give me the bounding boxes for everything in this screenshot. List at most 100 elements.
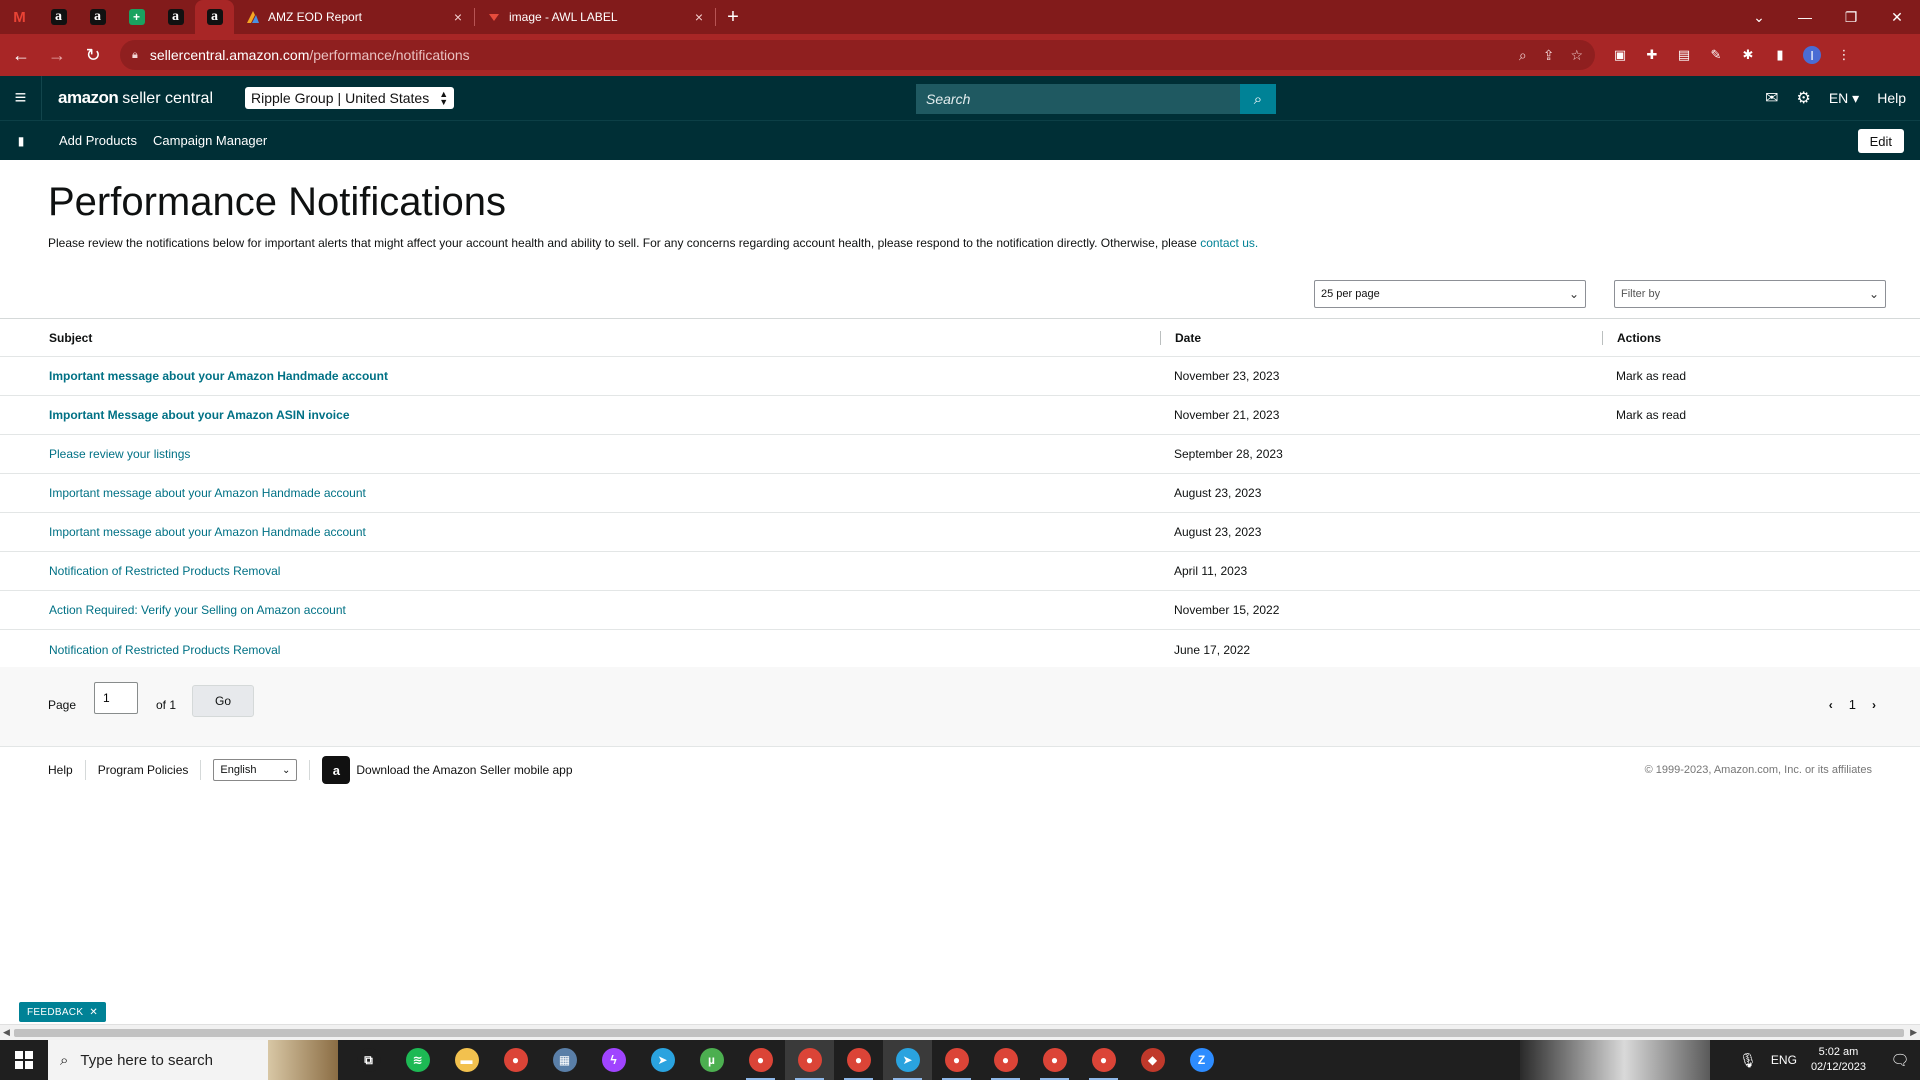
clock[interactable]: 5:02 am 02/12/2023 bbox=[1811, 1045, 1866, 1075]
mark-as-read-action[interactable]: Mark as read bbox=[1616, 408, 1686, 422]
search-button[interactable]: ⌕ bbox=[1240, 84, 1276, 114]
share-icon[interactable]: ⇪ bbox=[1543, 47, 1555, 64]
back-button[interactable]: ← bbox=[6, 40, 36, 70]
next-page-icon[interactable]: › bbox=[1872, 698, 1876, 712]
pinned-tab-amazon-active[interactable]: a bbox=[195, 0, 234, 34]
mark-as-read-action[interactable]: Mark as read bbox=[1616, 369, 1686, 383]
taskbar-app-button[interactable]: ● bbox=[834, 1040, 883, 1080]
microphone-icon[interactable]: 🎙︎ bbox=[1739, 1052, 1757, 1069]
extension-off-icon[interactable]: ▣ bbox=[1611, 46, 1629, 64]
pinned-tab-amazon[interactable]: a bbox=[156, 0, 195, 34]
account-switcher[interactable]: Ripple Group | United States ▲ ▼ bbox=[245, 87, 455, 109]
lock-icon[interactable]: 🔒︎ bbox=[132, 49, 138, 62]
per-page-select[interactable]: 25 per page ⌄ bbox=[1314, 280, 1586, 308]
notification-subject-link[interactable]: Important message about your Amazon Hand… bbox=[49, 525, 366, 539]
filter-by-select[interactable]: Filter by ⌄ bbox=[1614, 280, 1886, 308]
download-app-link[interactable]: Download the Amazon Seller mobile app bbox=[356, 763, 572, 777]
tab-close-icon[interactable]: × bbox=[695, 9, 703, 25]
zoom-icon[interactable]: ⌕ bbox=[1519, 47, 1527, 64]
extensions-icon[interactable]: ✱ bbox=[1739, 46, 1757, 64]
new-tab-button[interactable]: + bbox=[716, 0, 750, 34]
notification-subject-link[interactable]: Important message about your Amazon Hand… bbox=[49, 486, 366, 500]
go-button[interactable]: Go bbox=[192, 685, 254, 717]
taskbar-app-button[interactable]: ● bbox=[785, 1040, 834, 1080]
taskbar-app-button[interactable]: ▬ bbox=[442, 1040, 491, 1080]
seller-app-icon[interactable]: a bbox=[322, 756, 351, 784]
taskbar-app-button[interactable]: ≋ bbox=[393, 1040, 442, 1080]
language-selector[interactable]: EN ▾ bbox=[1829, 90, 1859, 107]
column-header-subject: Subject bbox=[49, 330, 93, 345]
feedback-button[interactable]: FEEDBACK ✕ bbox=[19, 1002, 106, 1022]
close-window-button[interactable]: ✕ bbox=[1874, 0, 1920, 34]
restore-button[interactable]: ❐ bbox=[1828, 0, 1874, 34]
input-language[interactable]: ENG bbox=[1771, 1053, 1797, 1067]
address-bar[interactable]: 🔒︎ sellercentral.amazon.com/performance/… bbox=[120, 40, 1595, 70]
taskbar-app-button[interactable]: ▦ bbox=[540, 1040, 589, 1080]
horizontal-scrollbar[interactable]: ◀ ▶ bbox=[0, 1024, 1920, 1040]
notification-subject-link[interactable]: Please review your listings bbox=[49, 447, 190, 461]
gear-icon[interactable]: ⚙ bbox=[1796, 88, 1810, 108]
reload-button[interactable]: ↻ bbox=[78, 40, 108, 70]
notification-subject-link[interactable]: Notification of Restricted Products Remo… bbox=[49, 564, 280, 578]
footer-help-link[interactable]: Help bbox=[48, 763, 73, 777]
taskbar-app-button[interactable]: ● bbox=[1030, 1040, 1079, 1080]
extension-puzzle-blue-icon[interactable]: ✚ bbox=[1643, 46, 1661, 64]
campaign-manager-link[interactable]: Campaign Manager bbox=[153, 133, 267, 148]
pinned-tab-gmail[interactable]: M bbox=[0, 0, 39, 34]
taskbar-app-button[interactable]: ➤ bbox=[883, 1040, 932, 1080]
mail-icon[interactable]: ✉ bbox=[1765, 88, 1778, 108]
search-icon: ⌕ bbox=[60, 1051, 69, 1069]
taskbar-app-button[interactable]: ● bbox=[932, 1040, 981, 1080]
scrollbar-thumb[interactable] bbox=[14, 1029, 1904, 1037]
taskbar-app-button[interactable]: Z bbox=[1177, 1040, 1226, 1080]
hamburger-menu-icon[interactable]: ≡ bbox=[0, 76, 42, 120]
taskbar-app-button[interactable]: ● bbox=[1079, 1040, 1128, 1080]
taskbar-app-button[interactable]: ◆ bbox=[1128, 1040, 1177, 1080]
browser-menu-icon[interactable]: ⋮ bbox=[1835, 46, 1853, 64]
previous-page-icon[interactable]: ‹ bbox=[1829, 698, 1833, 712]
notification-subject-link[interactable]: Notification of Restricted Products Remo… bbox=[49, 643, 280, 657]
edit-bookmarks-button[interactable]: Edit bbox=[1857, 129, 1904, 153]
notification-subject-link[interactable]: Action Required: Verify your Selling on … bbox=[49, 603, 346, 617]
taskbar-app-button[interactable]: ● bbox=[981, 1040, 1030, 1080]
contact-us-link[interactable]: contact us. bbox=[1200, 236, 1258, 250]
pinned-tab-amazon[interactable]: a bbox=[78, 0, 117, 34]
footer-language-select[interactable]: English ⌄ bbox=[213, 759, 298, 781]
profile-avatar[interactable]: I bbox=[1803, 46, 1821, 64]
add-products-link[interactable]: Add Products bbox=[59, 133, 137, 148]
tab-awl-label[interactable]: image - AWL LABEL × bbox=[475, 0, 715, 34]
close-icon[interactable]: ✕ bbox=[89, 1007, 98, 1018]
pinned-tab-amazon[interactable]: a bbox=[39, 0, 78, 34]
taskbar-app-button[interactable]: ➤ bbox=[638, 1040, 687, 1080]
bookmark-icon[interactable]: ▮ bbox=[0, 134, 42, 148]
search-input[interactable] bbox=[916, 84, 1240, 114]
taskbar-app-button[interactable]: ϟ bbox=[589, 1040, 638, 1080]
taskbar-app-button[interactable]: ⧉ bbox=[344, 1040, 393, 1080]
notification-subject-link[interactable]: Important Message about your Amazon ASIN… bbox=[49, 408, 350, 422]
date-cell: June 17, 2022 bbox=[1174, 642, 1251, 657]
help-link[interactable]: Help bbox=[1877, 90, 1906, 106]
start-button[interactable] bbox=[0, 1040, 48, 1080]
tab-amz-eod-report[interactable]: AMZ EOD Report × bbox=[234, 0, 474, 34]
notifications-icon[interactable]: 🗨︎ bbox=[1880, 1051, 1920, 1069]
tab-search-icon[interactable]: ⌄ bbox=[1736, 0, 1782, 34]
seller-central-logo[interactable]: amazon seller central bbox=[58, 88, 213, 108]
forward-button[interactable]: → bbox=[42, 40, 72, 70]
program-policies-link[interactable]: Program Policies bbox=[98, 763, 189, 777]
extension-edit-icon[interactable]: ✎ bbox=[1707, 46, 1725, 64]
notification-subject-link[interactable]: Important message about your Amazon Hand… bbox=[49, 369, 388, 383]
minimize-button[interactable]: — bbox=[1782, 0, 1828, 34]
bookmark-star-icon[interactable]: ☆ bbox=[1570, 47, 1583, 64]
scroll-left-icon[interactable]: ◀ bbox=[3, 1027, 10, 1038]
extension-image-icon[interactable]: ▤ bbox=[1675, 46, 1693, 64]
pinned-tab-sheets[interactable]: + bbox=[117, 0, 156, 34]
page-number-input[interactable] bbox=[94, 682, 138, 714]
taskbar-search[interactable]: ⌕ Type here to search bbox=[48, 1040, 338, 1080]
tab-close-icon[interactable]: × bbox=[454, 9, 462, 25]
taskbar-app-button[interactable]: ● bbox=[736, 1040, 785, 1080]
taskbar-app-button[interactable]: ● bbox=[491, 1040, 540, 1080]
taskbar-app-button[interactable]: µ bbox=[687, 1040, 736, 1080]
current-page[interactable]: 1 bbox=[1849, 697, 1856, 712]
side-panel-icon[interactable]: ▮ bbox=[1771, 46, 1789, 64]
scroll-right-icon[interactable]: ▶ bbox=[1910, 1027, 1917, 1038]
